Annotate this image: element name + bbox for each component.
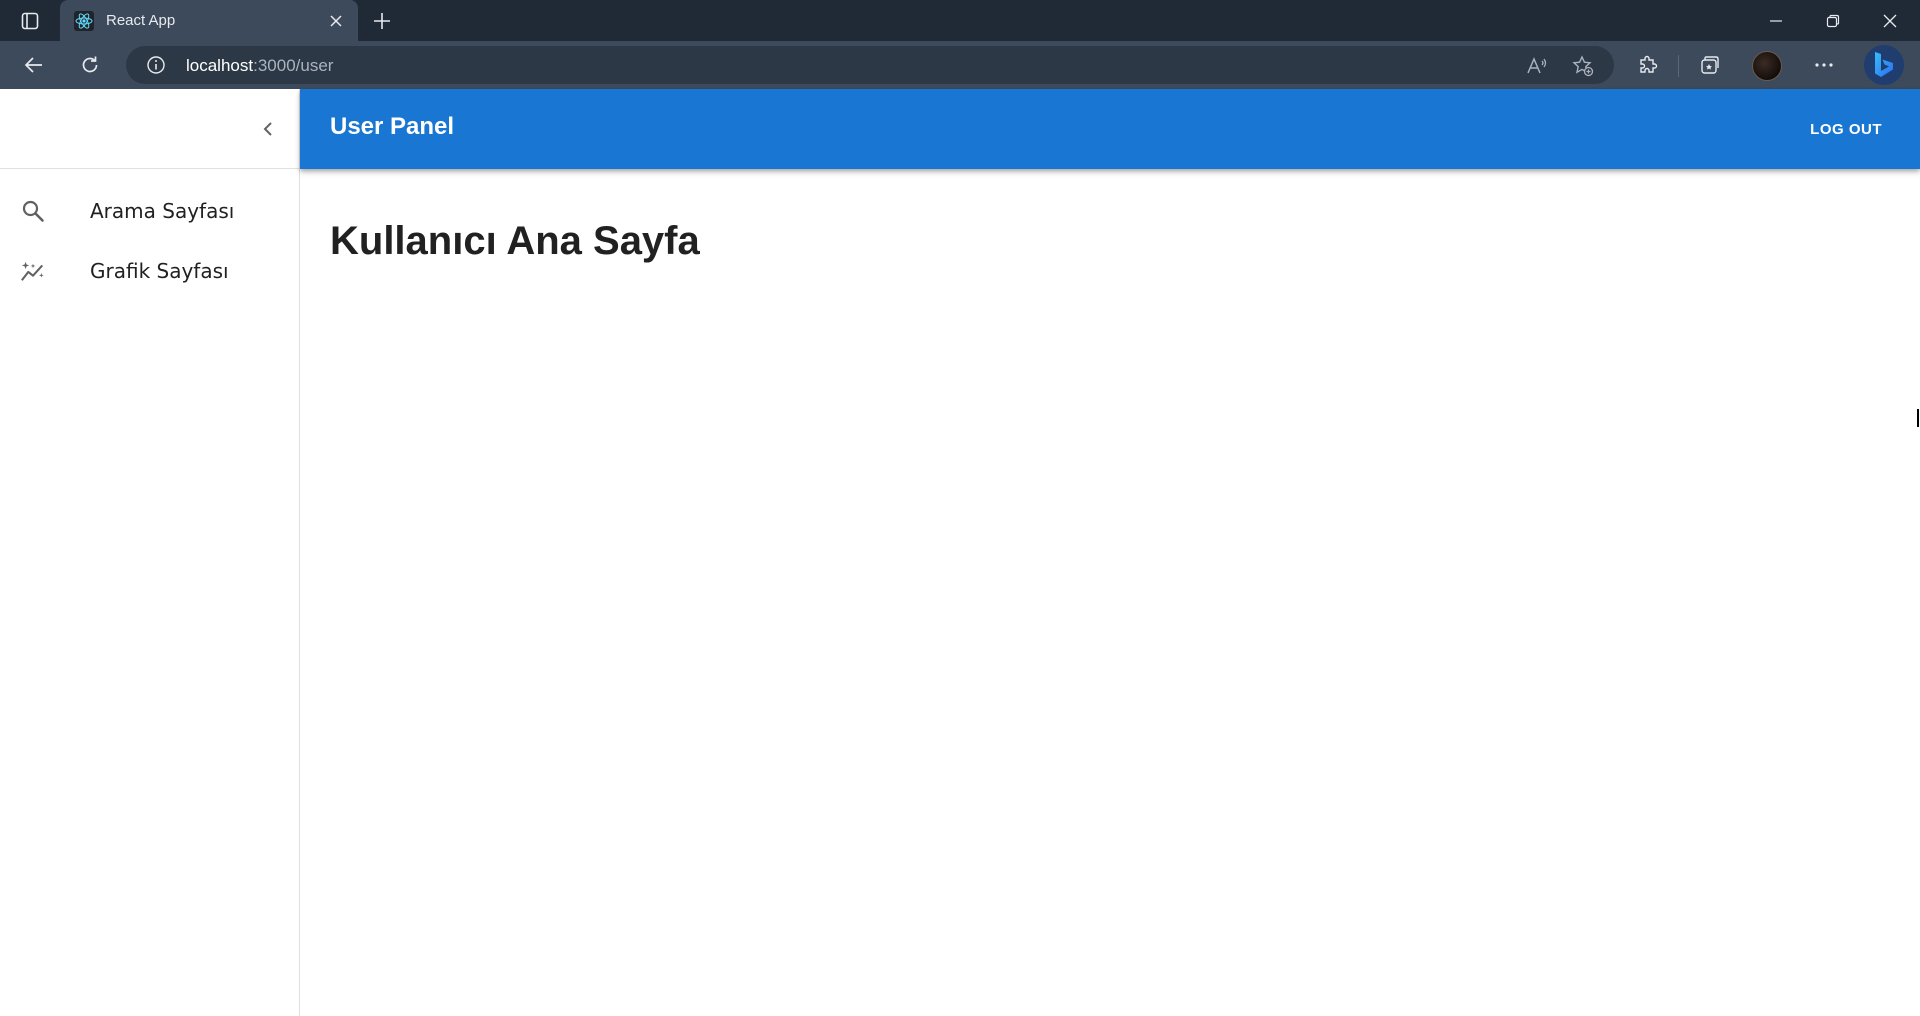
restore-icon (1826, 14, 1840, 27)
add-favorite-icon (1572, 55, 1594, 77)
sidebar-item-label: Grafik Sayfası (90, 259, 229, 283)
close-window-button[interactable] (1862, 0, 1918, 41)
more-icon (1815, 63, 1833, 67)
react-logo-icon (74, 10, 94, 31)
url-host: localhost (186, 56, 254, 75)
read-aloud-icon (1527, 57, 1547, 74)
tab-close-button[interactable] (326, 11, 346, 31)
browser-tab[interactable]: React App (60, 0, 358, 41)
extensions-icon (1640, 55, 1658, 73)
page-title: Kullanıcı Ana Sayfa (330, 219, 700, 263)
add-favorite-button[interactable] (1572, 55, 1594, 77)
drawer-header (0, 89, 299, 169)
collections-button[interactable] (1692, 47, 1728, 83)
avatar[interactable] (1752, 51, 1782, 81)
restore-button[interactable] (1805, 0, 1861, 41)
collapse-drawer-button[interactable] (248, 109, 288, 149)
app-root: Arama Sayfası Grafik Sayfası User Panel … (0, 89, 1920, 1016)
sidebar-item-search[interactable]: Arama Sayfası (0, 180, 299, 240)
chevron-left-icon (263, 122, 272, 136)
info-icon (147, 56, 165, 74)
address-bar[interactable]: localhost:3000/user (126, 46, 1614, 84)
logout-button[interactable]: LOG OUT (1802, 112, 1890, 146)
tab-title: React App (106, 12, 176, 29)
browser-titlebar: React App (0, 0, 1920, 41)
toolbar-separator (1678, 55, 1679, 77)
close-icon (330, 15, 342, 27)
copilot-button[interactable] (1864, 45, 1904, 85)
extensions-button[interactable] (1630, 47, 1666, 83)
close-icon (1883, 14, 1897, 27)
side-drawer: Arama Sayfası Grafik Sayfası (0, 89, 300, 1016)
sidebar-item-label: Arama Sayfası (90, 199, 235, 223)
site-info-button[interactable] (146, 55, 166, 75)
minimize-icon (1770, 19, 1782, 22)
read-aloud-button[interactable] (1526, 55, 1548, 77)
bing-icon (1875, 52, 1893, 77)
plus-icon (374, 13, 390, 29)
more-button[interactable] (1806, 47, 1842, 83)
reload-button[interactable] (72, 47, 108, 83)
back-arrow-icon (24, 57, 42, 73)
tab-actions-icon (21, 12, 39, 30)
collections-icon (1701, 56, 1719, 74)
browser-toolbar: localhost:3000/user (0, 41, 1920, 89)
new-tab-button[interactable] (368, 8, 396, 34)
back-button[interactable] (16, 47, 52, 83)
app-bar-title: User Panel (330, 113, 455, 140)
tab-actions-button[interactable] (16, 10, 44, 32)
text-cursor (1917, 409, 1919, 427)
reload-icon (82, 56, 98, 73)
main-content: Kullanıcı Ana Sayfa (300, 169, 1920, 1016)
sidebar-item-chart[interactable]: Grafik Sayfası (0, 240, 299, 300)
search-icon (20, 198, 46, 224)
chart-sparkle-icon (20, 258, 46, 284)
url-text[interactable]: localhost:3000/user (186, 56, 333, 76)
url-path: :3000/user (253, 56, 334, 75)
app-bar: User Panel LOG OUT (300, 89, 1920, 169)
minimize-button[interactable] (1748, 0, 1804, 41)
